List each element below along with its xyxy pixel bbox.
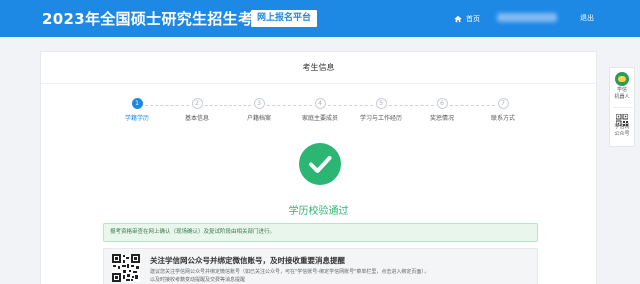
xuexin-wechat-button[interactable]: 学信网 公众号 [610, 111, 634, 137]
step-6-label: 奖惩情况 [429, 115, 454, 122]
qr-label-2: 公众号 [614, 130, 630, 137]
success-message: 学历校验通过 [288, 206, 349, 217]
logout-link[interactable]: 退出 [580, 13, 594, 23]
platform-badge: 网上报名平台 [251, 10, 318, 27]
wechat-title: 关注学信网公众号并绑定微信账号，及时接收重要消息提醒 [150, 256, 345, 265]
notice-banner: 报考资格审查在网上确认（现场确认）及复试阶段由相关部门进行。 [103, 223, 538, 242]
xuexin-robot-button[interactable]: 学信 机器人 [610, 72, 634, 100]
robot-icon [615, 72, 629, 86]
step-1-number: 1 [131, 98, 143, 109]
side-divider [613, 107, 633, 108]
wechat-desc-line-2: 以及时接收考籍变动提醒及交费等消息提醒 [150, 277, 246, 283]
step-3-number: 3 [253, 98, 265, 109]
step-4-label: 家庭主要成员 [301, 115, 338, 122]
step-7-label: 联系方式 [490, 115, 515, 122]
user-name-redacted [497, 13, 557, 22]
qr-icon [615, 111, 629, 127]
candidate-info-card: 考生信息 1 学籍学历 2 基本信息 3 户籍档案 4 家庭主要成员 5 学习与工作经历 6 奖惩情况… [40, 51, 597, 284]
step-7-number: 7 [497, 98, 509, 109]
top-header: 2023年全国硕士研究生招生考试 网上报名平台 首页 退出 [0, 0, 640, 37]
step-5-label: 学习与工作经历 [359, 115, 402, 122]
card-title: 考生信息 [41, 52, 596, 84]
progress-steps: 1 学籍学历 2 基本信息 3 户籍档案 4 家庭主要成员 5 学习与工作经历 6 奖惩情况 7 联系方式 [41, 98, 596, 128]
step-connector [328, 105, 373, 106]
step-connector [205, 105, 251, 106]
wechat-follow-box: 关注学信网公众号并绑定微信账号，及时接收重要消息提醒 建议您关注学信网公众号并绑… [103, 248, 538, 284]
step-connector [450, 105, 495, 106]
step-3-label: 户籍档案 [246, 115, 271, 122]
robot-label-2: 机器人 [614, 93, 630, 100]
step-connector [267, 105, 312, 106]
step-2-label: 基本信息 [184, 115, 209, 122]
side-float-panel: 学信 机器人 学信网 公众号 [609, 67, 635, 147]
step-5-number: 5 [375, 98, 387, 109]
qr-code-icon [112, 254, 140, 282]
home-icon [454, 15, 462, 22]
step-2-number: 2 [191, 98, 203, 109]
wechat-desc-line-1: 建议您关注学信网公众号并绑定微信账号（如已关注公众号，可在"学信账号-绑定学信网… [150, 269, 429, 275]
page-title: 2023年全国硕士研究生招生考试 [42, 10, 269, 28]
step-connector [389, 105, 434, 106]
home-label: 首页 [466, 14, 480, 23]
home-link[interactable]: 首页 [454, 12, 480, 25]
step-4-number: 4 [314, 98, 326, 109]
wechat-description: 建议您关注学信网公众号并绑定微信账号（如已关注公众号，可在"学信账号-绑定学信网… [150, 268, 530, 284]
step-connector [145, 105, 189, 106]
step-6-number: 6 [436, 98, 448, 109]
success-check-icon [299, 143, 341, 185]
